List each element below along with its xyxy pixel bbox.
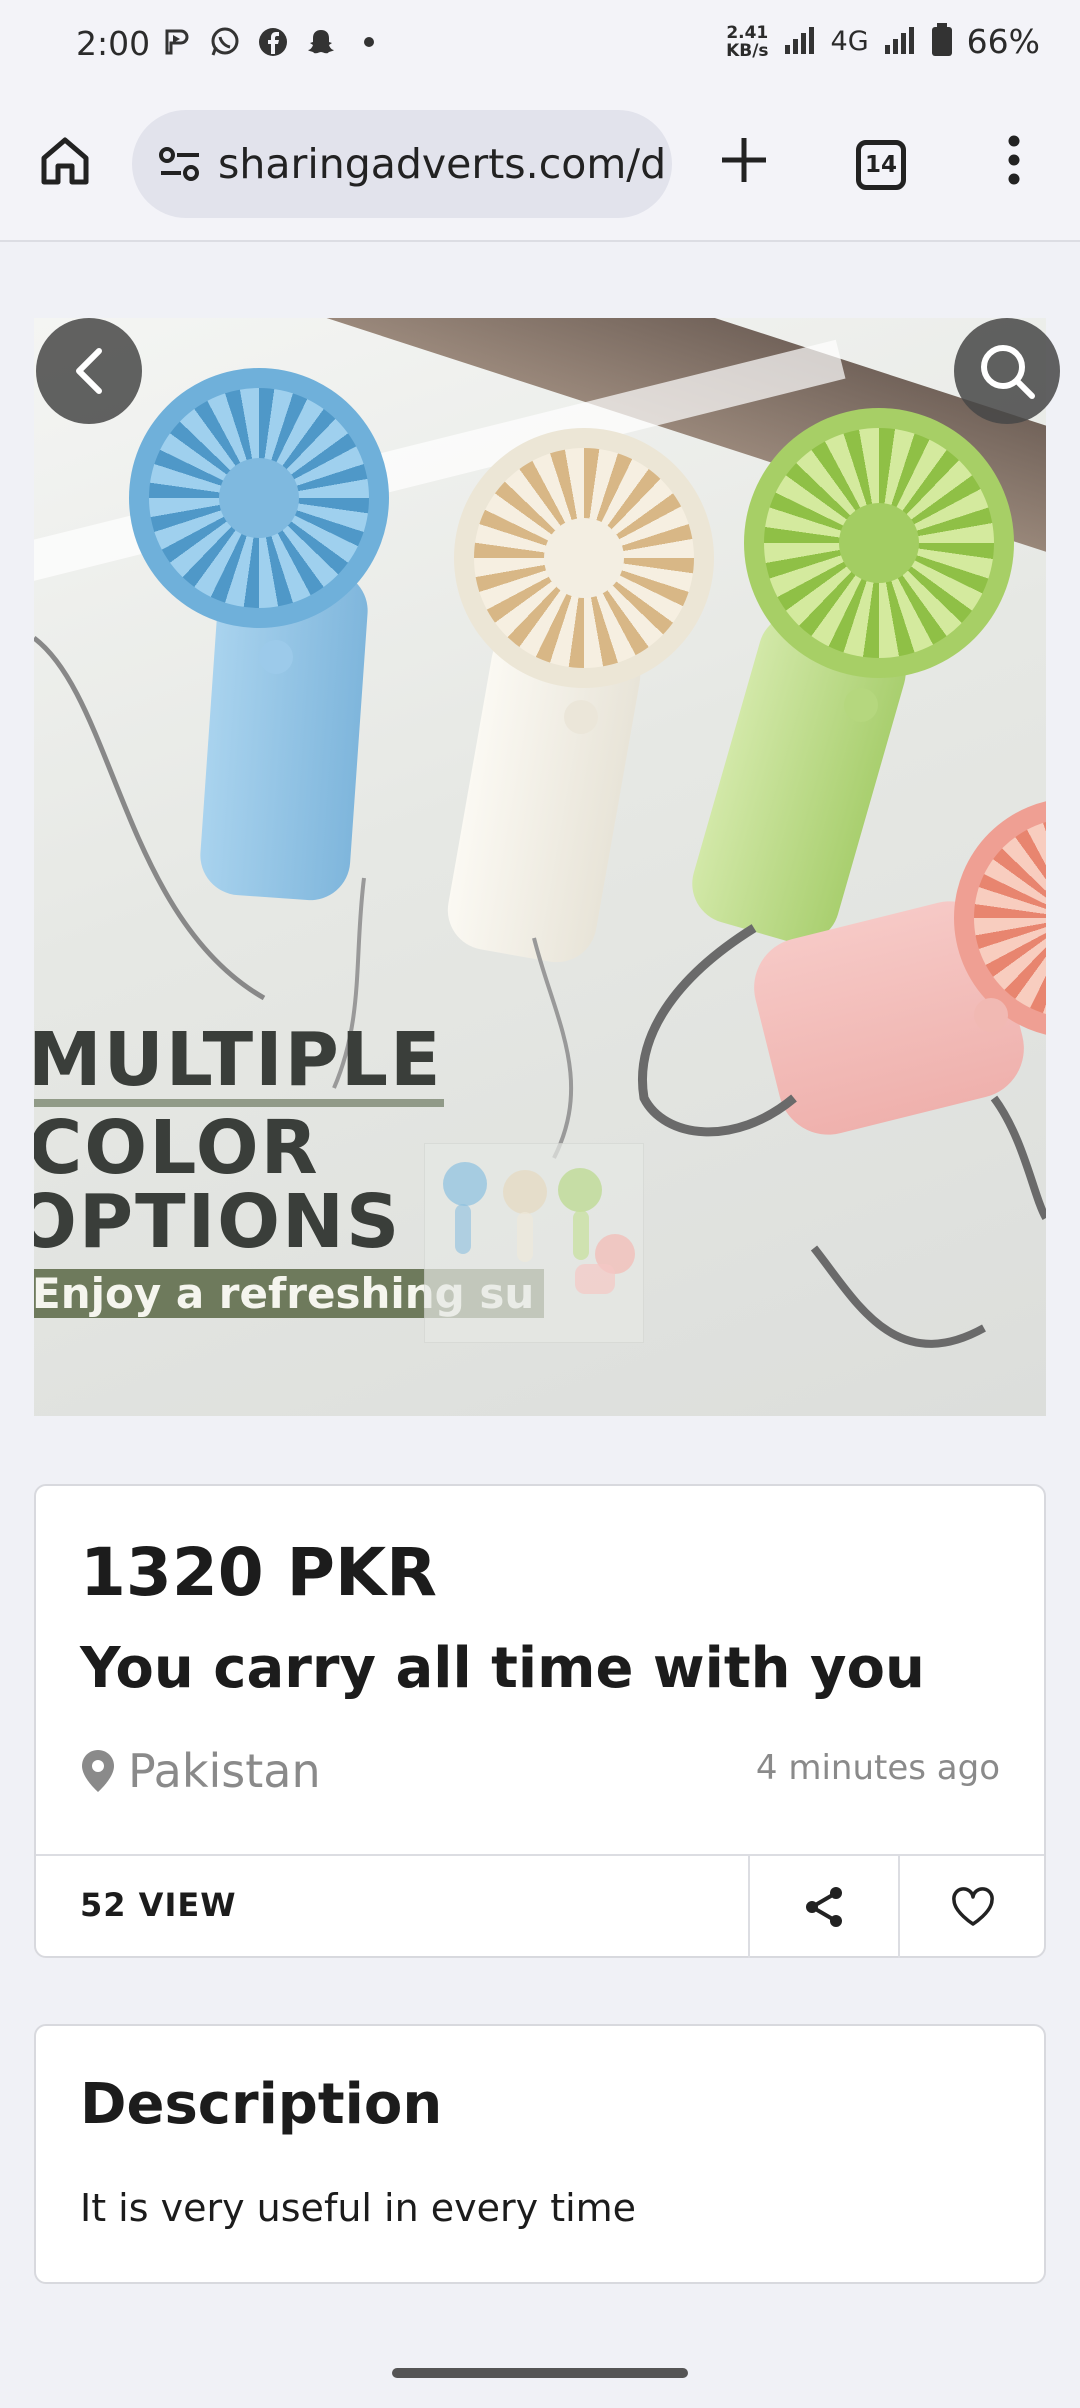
share-icon: [806, 1887, 842, 1927]
overlay-underline: [34, 1099, 444, 1107]
description-text: It is very useful in every time: [80, 2186, 637, 2230]
gesture-home-indicator[interactable]: [392, 2368, 688, 2378]
browser-toolbar: sharingadverts.com/d 14: [0, 90, 1080, 242]
overflow-menu-button[interactable]: [994, 130, 1034, 190]
location-pin-icon: [82, 1750, 114, 1792]
home-button[interactable]: [36, 132, 94, 190]
more-notifications-dot: [364, 37, 374, 47]
posted-time: 4 minutes ago: [755, 1748, 1000, 1788]
more-vert-icon: [1008, 135, 1020, 185]
share-button[interactable]: [750, 1856, 898, 1958]
facebook-icon: [256, 25, 290, 59]
address-bar[interactable]: sharingadverts.com/d: [132, 110, 672, 218]
product-image[interactable]: MULTIPLE COLOR OPTIONS Enjoy a refreshin…: [34, 318, 1046, 1416]
listing-price: 1320 PKR: [80, 1534, 438, 1611]
signal-icon-2: [883, 25, 917, 59]
view-count: 52 VIEW: [80, 1886, 237, 1924]
url-text: sharingadverts.com/d: [218, 140, 667, 188]
location-text: Pakistan: [128, 1744, 321, 1798]
home-icon: [41, 137, 89, 185]
overlay-line-1: MULTIPLE: [34, 1017, 443, 1103]
network-type: 4G: [830, 26, 869, 57]
new-tab-button[interactable]: [714, 130, 774, 190]
listing-title: You carry all time with you: [80, 1636, 925, 1701]
system-indicators: 2.41 KB/s 4G 66%: [726, 22, 1040, 61]
status-bar: 2:00 2.41 KB/s 4G 66%: [0, 0, 1080, 90]
plus-icon: [722, 138, 766, 182]
description-card: Description It is very useful in every t…: [34, 2024, 1046, 2284]
notification-icons: [160, 25, 374, 59]
battery-icon: [931, 22, 953, 61]
network-speed: 2.41 KB/s: [726, 22, 769, 61]
signal-icon: [783, 25, 817, 59]
zoom-button[interactable]: [954, 318, 1060, 424]
description-heading: Description: [80, 2072, 443, 2137]
media-play-icon: [160, 25, 194, 59]
listing-location: Pakistan: [80, 1744, 321, 1798]
chevron-left-icon: [76, 348, 102, 394]
snapchat-icon: [304, 25, 338, 59]
favorite-button[interactable]: [900, 1856, 1046, 1958]
heart-icon: [952, 1887, 994, 1926]
site-settings-icon[interactable]: [150, 134, 210, 194]
listing-info-card: 1320 PKR You carry all time with you Pak…: [34, 1484, 1046, 1958]
whatsapp-icon: [208, 25, 242, 59]
search-icon: [981, 345, 1035, 399]
tab-switcher-button[interactable]: 14: [856, 140, 906, 190]
status-time: 2:00: [76, 24, 151, 63]
battery-percent: 66%: [966, 22, 1040, 61]
image-thumbnail-ghost: [424, 1143, 644, 1343]
back-button[interactable]: [36, 318, 142, 424]
